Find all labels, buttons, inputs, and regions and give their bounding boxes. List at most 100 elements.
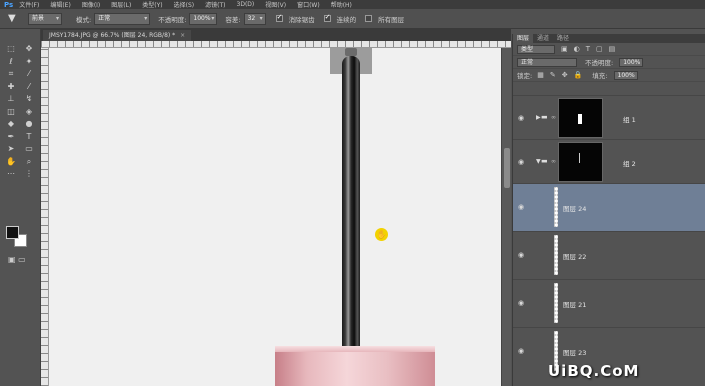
lock-all-icon[interactable]: 🔒: [574, 71, 583, 79]
menu-type[interactable]: 类型(Y): [142, 0, 162, 9]
antialias-label: 消除锯齿: [288, 15, 315, 24]
antialias-checkbox[interactable]: [275, 13, 283, 22]
canvas-scrollbar[interactable]: [501, 48, 511, 386]
layer-opacity-input[interactable]: 100%: [619, 57, 644, 67]
fill-source-select[interactable]: 前景: [28, 12, 62, 25]
fill-input[interactable]: 100%: [613, 70, 638, 80]
filter-adjust-icon[interactable]: ◐: [574, 45, 580, 53]
menu-filter[interactable]: 滤镜(T): [205, 0, 225, 9]
menu-layer[interactable]: 图层(L): [111, 0, 131, 9]
site-watermark: UiBQ.CoM: [548, 362, 640, 380]
eraser-tool-icon[interactable]: ◫: [2, 106, 20, 119]
layer-row[interactable]: ◉ ▼ ▬ ∞ 组 2: [513, 139, 705, 183]
layer-name: 组 1: [623, 116, 636, 124]
layers-panel: 图层 通道 路径 类型 ▣ ◐ T ▢ ▤ 正常 不透明度: 100% 锁定: …: [512, 34, 705, 386]
lasso-tool-icon[interactable]: ℓ: [2, 56, 20, 69]
eyedropper-tool-icon[interactable]: ⁄: [20, 68, 38, 81]
menu-help[interactable]: 帮助(H): [331, 0, 352, 9]
lock-paint-icon[interactable]: ✎: [550, 71, 556, 79]
layer-row-selected[interactable]: ◉ 图层 24: [513, 183, 705, 231]
edit-toolbar-icon[interactable]: ⋮: [20, 168, 38, 181]
collapse-arrow-icon[interactable]: ▼: [536, 158, 541, 165]
layer-thumbnail: [558, 142, 603, 182]
layer-name: 图层 24: [563, 205, 587, 213]
tab-layers[interactable]: 图层: [513, 34, 534, 43]
options-bar: ▼ 前景 模式: 正常 不透明度: 100% 容差: 32 消除锯齿 连续的 所…: [0, 9, 705, 29]
path-selection-tool-icon[interactable]: ➤: [2, 143, 20, 156]
filter-pixel-icon[interactable]: ▣: [561, 45, 568, 53]
tab-channels[interactable]: 通道: [533, 34, 553, 43]
blur-tool-icon[interactable]: ◆: [2, 118, 20, 131]
lock-label: 锁定:: [517, 72, 533, 80]
hand-tool-icon[interactable]: ✋: [2, 156, 20, 169]
marquee-tool-icon[interactable]: ⬚: [2, 43, 20, 56]
layer-thumbnail: [554, 283, 558, 323]
document-canvas[interactable]: ✋: [49, 48, 501, 386]
magic-wand-tool-icon[interactable]: ✦: [20, 56, 38, 69]
layer-row[interactable]: ◉ ▶ ▬ ∞ 组 1: [513, 95, 705, 139]
paint-bucket-icon[interactable]: ▼: [8, 13, 20, 25]
all-layers-label: 所有图层: [378, 15, 405, 24]
mode-select[interactable]: 正常: [94, 12, 151, 25]
visibility-eye-icon[interactable]: ◉: [518, 299, 524, 307]
pen-tool-icon[interactable]: ✒: [2, 131, 20, 144]
tools-panel: ⬚ ✥ ℓ ✦ ⌗ ⁄ ✚ ⁄ ⊥ ↯ ◫ ◈ ◆ ● ✒ T ➤ ▭ ✋ ⌕ …: [0, 29, 41, 386]
layer-row[interactable]: ◉ 图层 22: [513, 231, 705, 279]
document-tab-bar: JMSY1784.JPG @ 66.7% (图层 24, RGB/8) * ×: [41, 29, 511, 41]
menu-image[interactable]: 图像(I): [82, 0, 100, 9]
visibility-eye-icon[interactable]: ◉: [518, 251, 524, 259]
blend-mode-select[interactable]: 正常: [517, 57, 577, 67]
layer-name: 图层 23: [563, 349, 587, 357]
contiguous-label: 连续的: [336, 15, 357, 24]
tolerance-input[interactable]: 32: [243, 12, 266, 25]
quick-mask-icon[interactable]: ▣ ▭: [8, 255, 26, 264]
all-layers-checkbox[interactable]: [365, 15, 373, 22]
expand-arrow-icon[interactable]: ▶: [536, 114, 541, 121]
filter-type-icon[interactable]: T: [586, 45, 590, 53]
visibility-eye-icon[interactable]: ◉: [518, 203, 524, 211]
layer-filter-select[interactable]: 类型: [517, 44, 555, 54]
lock-position-icon[interactable]: ✥: [562, 71, 568, 79]
layer-thumbnail: [554, 235, 558, 275]
layer-name: 图层 21: [563, 301, 587, 309]
menu-window[interactable]: 窗口(W): [297, 0, 320, 9]
dodge-tool-icon[interactable]: ●: [20, 118, 38, 131]
menu-select[interactable]: 选择(S): [174, 0, 195, 9]
menu-3d[interactable]: 3D(D): [237, 1, 255, 8]
tolerance-label: 容差:: [225, 15, 241, 24]
folder-icon: ▬: [541, 113, 548, 121]
layer-row[interactable]: ◉ 图层 21: [513, 279, 705, 327]
filter-shape-icon[interactable]: ▢: [596, 45, 603, 53]
document-tab[interactable]: JMSY1784.JPG @ 66.7% (图层 24, RGB/8) * ×: [43, 30, 192, 41]
paint-bucket-tool-icon[interactable]: ◈: [20, 106, 38, 119]
crop-tool-icon[interactable]: ⌗: [2, 68, 20, 81]
history-brush-tool-icon[interactable]: ↯: [20, 93, 38, 106]
more-tools-icon[interactable]: ⋯: [2, 168, 20, 181]
type-tool-icon[interactable]: T: [20, 131, 38, 144]
layer-thumbnail: [558, 98, 603, 138]
healing-brush-tool-icon[interactable]: ✚: [2, 81, 20, 94]
foreground-color-swatch[interactable]: [6, 226, 19, 239]
clone-stamp-tool-icon[interactable]: ⊥: [2, 93, 20, 106]
move-tool-icon[interactable]: ✥: [20, 43, 38, 56]
canvas-scrollbar-thumb[interactable]: [504, 148, 510, 188]
contiguous-checkbox[interactable]: [323, 13, 331, 22]
link-icon: ∞: [551, 158, 556, 165]
filter-smart-icon[interactable]: ▤: [609, 45, 616, 53]
zoom-tool-icon[interactable]: ⌕: [20, 156, 38, 169]
close-tab-icon[interactable]: ×: [180, 32, 185, 39]
ruler-horizontal: [41, 41, 511, 48]
visibility-eye-icon[interactable]: ◉: [518, 347, 524, 355]
menu-edit[interactable]: 编辑(E): [50, 0, 70, 9]
metal-rod-shape: [342, 56, 360, 348]
menu-file[interactable]: 文件(F): [19, 0, 39, 9]
opacity-input[interactable]: 100%: [189, 12, 218, 25]
visibility-eye-icon[interactable]: ◉: [518, 114, 524, 122]
visibility-eye-icon[interactable]: ◉: [518, 158, 524, 166]
shape-tool-icon[interactable]: ▭: [20, 143, 38, 156]
tab-paths[interactable]: 路径: [553, 34, 573, 43]
brush-tool-icon[interactable]: ⁄: [20, 81, 38, 94]
menu-view[interactable]: 视图(V): [265, 0, 286, 9]
lock-pixels-icon[interactable]: ▦: [537, 71, 544, 79]
layer-thumbnail: [554, 187, 558, 227]
